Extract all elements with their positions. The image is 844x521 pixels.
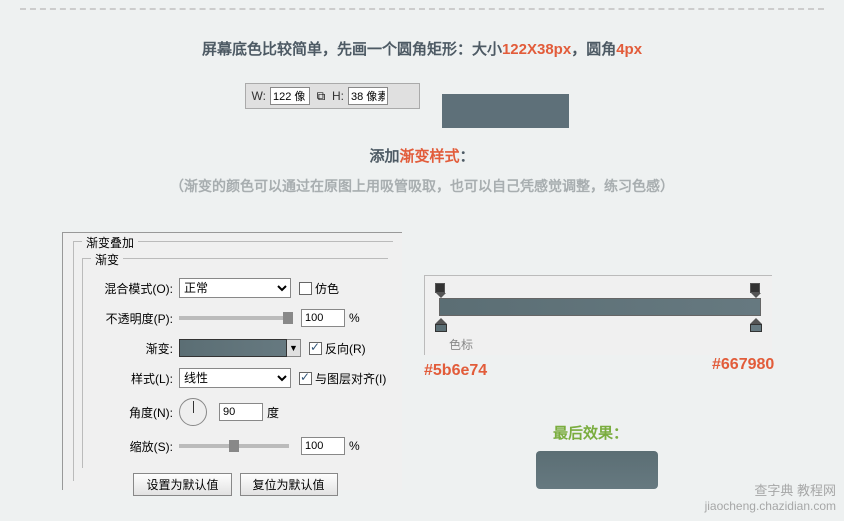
opacity-row: 不透明度(P): % [83,307,388,329]
reverse-label: 反向(R) [325,340,366,357]
angle-unit: 度 [267,404,279,421]
style-label: 样式(L): [83,370,173,387]
opacity-slider[interactable] [179,316,289,320]
panel-title: 渐变叠加 [82,234,138,251]
gradient-label: 渐变: [83,340,173,357]
final-result-swatch [536,451,658,489]
reverse-checkbox[interactable] [309,342,322,355]
opacity-input[interactable] [301,309,345,327]
opacity-unit: % [349,311,360,325]
style-row: 样式(L): 线性 与图层对齐(I) [83,367,388,389]
note-text: （渐变的颜色可以通过在原图上用吸管吸取，也可以自己凭感觉调整，练习色感） [0,176,844,196]
hex-right: #667980 [712,356,774,374]
blend-mode-select[interactable]: 正常 [179,278,291,298]
step2-suffix: ： [460,148,475,165]
link-icon[interactable]: ⧉ [314,89,328,104]
width-input[interactable] [270,87,310,105]
style-select[interactable]: 线性 [179,368,291,388]
color-stop-right[interactable] [750,318,762,332]
step2-highlight: 渐变样式 [399,148,459,165]
gradient-dropdown[interactable]: ▼ [287,339,301,357]
watermark: 查字典 教程网 jiaocheng.chazidian.com [705,483,836,513]
set-default-button[interactable]: 设置为默认值 [133,473,231,496]
width-height-bar: W: ⧉ H: [245,83,420,109]
step2-prefix: 添加 [369,148,399,165]
gradient-editor: 色标 [424,275,772,355]
opacity-stop-right[interactable] [750,283,762,297]
align-label: 与图层对齐(I) [315,370,386,387]
angle-dial[interactable] [179,398,207,426]
gradient-track[interactable] [439,298,761,316]
opacity-label: 不透明度(P): [83,310,173,327]
h-label: H: [332,89,344,103]
watermark-line2: jiaocheng.chazidian.com [705,499,836,513]
align-checkbox[interactable] [299,372,312,385]
scale-label: 缩放(S): [83,438,173,455]
scale-row: 缩放(S): % [83,435,388,457]
scale-unit: % [349,439,360,453]
opacity-stop-left[interactable] [435,283,447,297]
scale-input[interactable] [301,437,345,455]
angle-row: 角度(N): 度 [83,397,388,427]
angle-input[interactable] [219,403,263,421]
dither-label: 仿色 [315,280,339,297]
panel-subtitle: 渐变 [91,251,123,268]
step2-text: 添加渐变样式： [0,145,844,166]
height-input[interactable] [348,87,388,105]
intro-radius: 4px [616,41,642,58]
divider [20,8,824,10]
dither-checkbox[interactable] [299,282,312,295]
color-stop-label: 色标 [449,336,473,353]
intro-text: 屏幕底色比较简单，先画一个圆角矩形：大小122X38px，圆角4px [0,38,844,59]
scale-slider[interactable] [179,444,289,448]
color-stop-left[interactable] [435,318,447,332]
gradient-preview[interactable] [179,339,287,357]
hex-left: #5b6e74 [424,362,487,380]
gradient-overlay-panel: 渐变叠加 渐变 混合模式(O): 正常 仿色 不透明度(P): % 渐变: [62,232,402,490]
blend-mode-row: 混合模式(O): 正常 仿色 [83,277,388,299]
angle-label: 角度(N): [83,404,173,421]
blend-label: 混合模式(O): [83,280,173,297]
base-color-swatch [442,94,569,128]
reset-default-button[interactable]: 复位为默认值 [240,473,338,496]
intro-size: 122X38px [502,41,571,58]
intro-prefix: 屏幕底色比较简单，先画一个圆角矩形：大小 [202,41,502,58]
intro-mid: ，圆角 [571,41,616,58]
watermark-line1: 查字典 教程网 [705,483,836,499]
final-label: 最后效果： [553,422,628,443]
gradient-row: 渐变: ▼ 反向(R) [83,337,388,359]
w-label: W: [252,89,266,103]
